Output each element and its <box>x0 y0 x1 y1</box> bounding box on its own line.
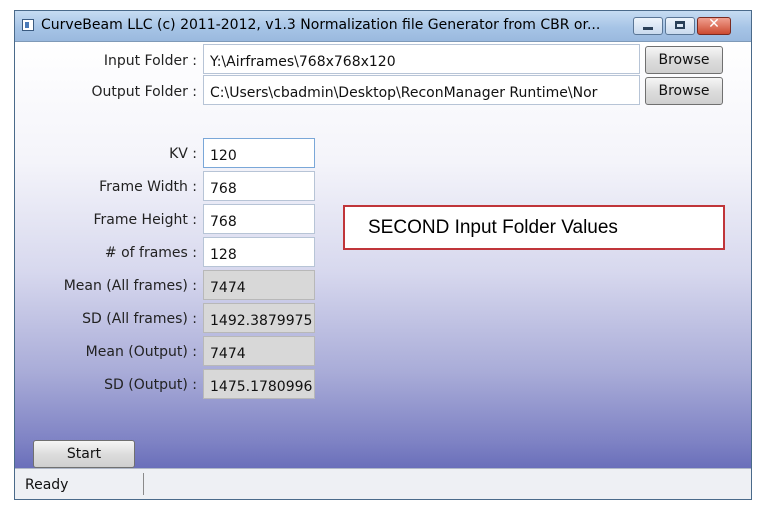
minimize-icon <box>643 27 653 30</box>
mean-output-field: 7474 <box>203 336 315 366</box>
frame-width-label: Frame Width : <box>99 179 197 195</box>
app-window: CurveBeam LLC (c) 2011-2012, v1.3 Normal… <box>14 10 752 500</box>
close-button[interactable]: ✕ <box>697 16 731 35</box>
kv-field[interactable]: 120 <box>203 138 315 168</box>
window-title: CurveBeam LLC (c) 2011-2012, v1.3 Normal… <box>41 17 601 33</box>
input-folder-label: Input Folder : <box>103 53 197 69</box>
title-bar[interactable]: CurveBeam LLC (c) 2011-2012, v1.3 Normal… <box>15 11 751 42</box>
status-bar: Ready <box>15 468 751 499</box>
output-folder-field[interactable]: C:\Users\cbadmin\Desktop\ReconManager Ru… <box>203 75 640 105</box>
frame-height-label: Frame Height : <box>93 212 197 228</box>
status-separator <box>143 473 144 495</box>
output-folder-label: Output Folder : <box>91 84 197 100</box>
start-button[interactable]: Start <box>33 440 135 468</box>
maximize-button[interactable] <box>665 17 695 35</box>
status-text: Ready <box>25 477 69 493</box>
input-folder-field[interactable]: Y:\Airframes\768x768x120 <box>203 44 640 74</box>
frames-count-field[interactable]: 128 <box>203 237 315 267</box>
frames-count-label: # of frames : <box>104 245 197 261</box>
frame-width-field[interactable]: 768 <box>203 171 315 201</box>
mean-all-frames-field: 7474 <box>203 270 315 300</box>
sd-output-field: 1475.1780996 <box>203 369 315 399</box>
frame-height-field[interactable]: 768 <box>203 204 315 234</box>
minimize-button[interactable] <box>633 17 663 35</box>
input-browse-button[interactable]: Browse <box>645 46 723 74</box>
second-input-folder-callout: SECOND Input Folder Values <box>343 205 725 250</box>
output-browse-button[interactable]: Browse <box>645 77 723 105</box>
kv-label: KV : <box>169 146 197 162</box>
mean-all-frames-label: Mean (All frames) : <box>63 278 197 294</box>
client-area: Input Folder : Y:\Airframes\768x768x120 … <box>15 42 751 468</box>
app-window-icon[interactable] <box>22 19 34 31</box>
sd-all-frames-label: SD (All frames) : <box>82 311 197 327</box>
sd-output-label: SD (Output) : <box>104 377 197 393</box>
mean-output-label: Mean (Output) : <box>85 344 197 360</box>
maximize-icon <box>675 21 685 29</box>
sd-all-frames-field: 1492.3879975 <box>203 303 315 333</box>
close-icon: ✕ <box>708 16 720 32</box>
